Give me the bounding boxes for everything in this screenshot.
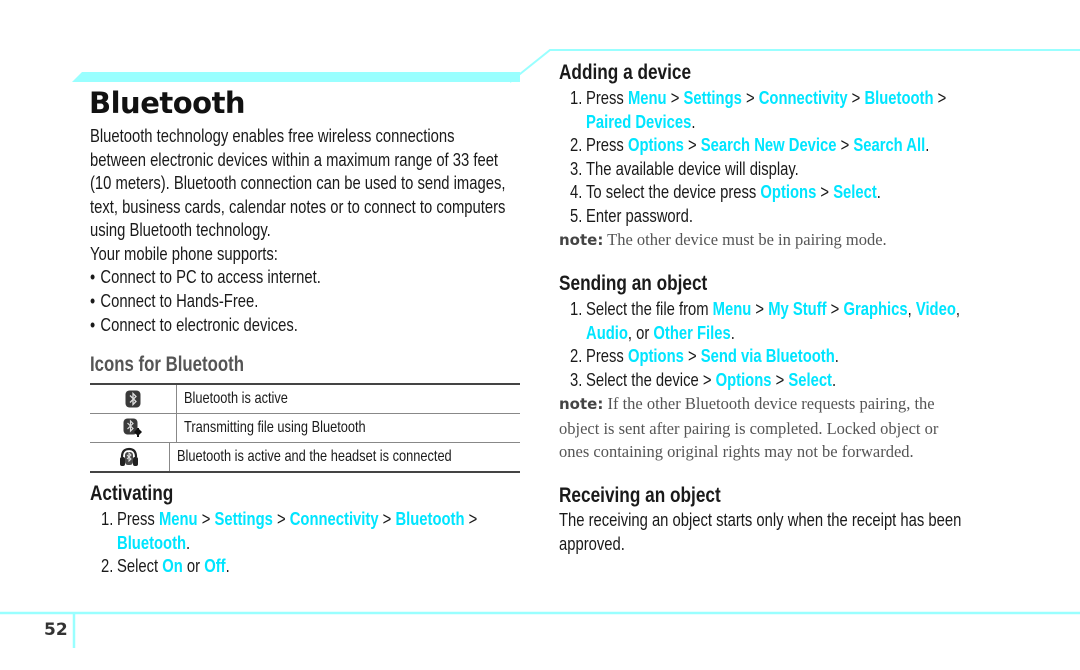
menu-link: Menu xyxy=(158,508,198,529)
on-option: On xyxy=(162,555,183,576)
intro-line: (10 meters). Bluetooth connection can be… xyxy=(90,172,506,193)
intro-line: between electronic devices within a maxi… xyxy=(90,148,499,170)
intro-line: using Bluetooth technology. xyxy=(90,219,271,240)
sending-steps: 1. Select the file from Menu > My Stuff >… xyxy=(570,297,1057,391)
supports-label: Your mobile phone supports: xyxy=(90,242,278,264)
options-link: Options xyxy=(760,181,817,202)
footer-rule xyxy=(0,611,1080,648)
activating-heading: Activating xyxy=(90,482,174,505)
intro-line: Bluetooth technology enables free wirele… xyxy=(90,125,455,146)
bullet-icon: • xyxy=(90,314,96,335)
icon-description: Bluetooth is active xyxy=(184,390,288,407)
settings-link: Settings xyxy=(683,87,742,108)
table-row: Bluetooth is active xyxy=(90,385,520,414)
my-stuff-link: My Stuff xyxy=(768,298,827,319)
step-item-continued: Audio, or Other Files. xyxy=(586,321,735,343)
page-number: 52 xyxy=(44,620,68,640)
step-item: 3. Select the device > Options > Select. xyxy=(570,368,837,390)
icons-heading: Icons for Bluetooth xyxy=(90,353,244,376)
sending-note: note: If the other Bluetooth device requ… xyxy=(559,394,939,461)
step-item-continued: Bluetooth. xyxy=(117,531,191,553)
bullet-icon: • xyxy=(90,266,96,287)
options-link: Options xyxy=(627,134,684,155)
other-files-link: Other Files xyxy=(653,321,731,343)
intro-line: text, business cards, calendar notes or … xyxy=(90,195,506,217)
step-item: 5. Enter password. xyxy=(570,204,693,226)
header-band xyxy=(72,49,1080,83)
bluetooth-link: Bluetooth xyxy=(117,531,187,553)
step-item: 1. Select the file from Menu > My Stuff >… xyxy=(570,298,960,319)
step-item: 1. Press Menu > Settings > Connectivity >… xyxy=(570,87,947,108)
step-item: 2. Select On or Off. xyxy=(101,555,230,576)
step-item-continued: Paired Devices. xyxy=(586,110,696,132)
list-item: • Connect to electronic devices. xyxy=(90,314,298,335)
send-via-bluetooth-link: Send via Bluetooth xyxy=(700,345,835,366)
list-item: • Connect to Hands-Free. xyxy=(90,290,259,311)
graphics-link: Graphics xyxy=(843,298,908,319)
table-row: Bluetooth is active and the headset is c… xyxy=(90,443,520,473)
connectivity-link: Connectivity xyxy=(758,87,848,108)
menu-link: Menu xyxy=(712,298,752,319)
video-link: Video xyxy=(915,298,956,319)
page-title: Bluetooth xyxy=(89,86,246,120)
search-new-device-link: Search New Device xyxy=(700,134,837,155)
header-band-fill xyxy=(72,72,520,82)
bluetooth-link: Bluetooth xyxy=(864,87,934,108)
intro-paragraph: Bluetooth technology enables free wirele… xyxy=(90,124,630,265)
step-item: 1. Press Menu > Settings > Connectivity >… xyxy=(101,508,478,529)
activating-steps: 1. Press Menu > Settings > Connectivity >… xyxy=(101,507,571,578)
bluetooth-active-icon xyxy=(125,390,141,408)
icon-description: Transmitting file using Bluetooth xyxy=(184,419,366,436)
icons-table: Bluetooth is active Transmitting file us… xyxy=(90,385,520,473)
step-item: 2. Press Options > Send via Bluetooth. xyxy=(570,345,839,366)
note-label: note: xyxy=(559,231,604,249)
table-row: Transmitting file using Bluetooth xyxy=(90,414,520,443)
adding-steps: 1. Press Menu > Settings > Connectivity >… xyxy=(570,86,1040,227)
bluetooth-transmitting-icon xyxy=(123,418,142,437)
off-option: Off xyxy=(204,555,226,576)
select-link: Select xyxy=(833,181,877,202)
options-link: Options xyxy=(715,368,772,390)
step-item: 3. The available device will display. xyxy=(570,157,799,179)
select-link: Select xyxy=(788,368,832,390)
sending-heading: Sending an object xyxy=(559,272,708,295)
step-item: 4. To select the device press Options > S… xyxy=(570,181,881,202)
options-link: Options xyxy=(627,345,684,366)
receiving-heading: Receiving an object xyxy=(559,484,721,507)
bullet-icon: • xyxy=(90,290,96,311)
audio-link: Audio xyxy=(586,321,628,343)
menu-link: Menu xyxy=(627,87,667,108)
list-item: • Connect to PC to access internet. xyxy=(90,266,321,287)
bluetooth-headset-icon xyxy=(120,447,139,466)
note-label: note: xyxy=(559,395,604,413)
receiving-paragraph: The receiving an object starts only when… xyxy=(559,509,962,554)
icon-description: Bluetooth is active and the headset is c… xyxy=(176,448,452,465)
paired-devices-link: Paired Devices xyxy=(586,110,692,132)
connectivity-link: Connectivity xyxy=(289,508,379,529)
adding-note: note: The other device must be in pairin… xyxy=(559,230,887,249)
intro-section: Bluetooth technology enables free wirele… xyxy=(90,124,630,337)
bluetooth-link: Bluetooth xyxy=(395,508,465,529)
search-all-link: Search All xyxy=(853,134,926,155)
supports-list: • Connect to PC to access internet. • Conn… xyxy=(90,265,630,337)
step-item: 2. Press Options > Search New Device > Se… xyxy=(570,134,930,155)
settings-link: Settings xyxy=(214,508,273,529)
adding-heading: Adding a device xyxy=(559,61,692,84)
